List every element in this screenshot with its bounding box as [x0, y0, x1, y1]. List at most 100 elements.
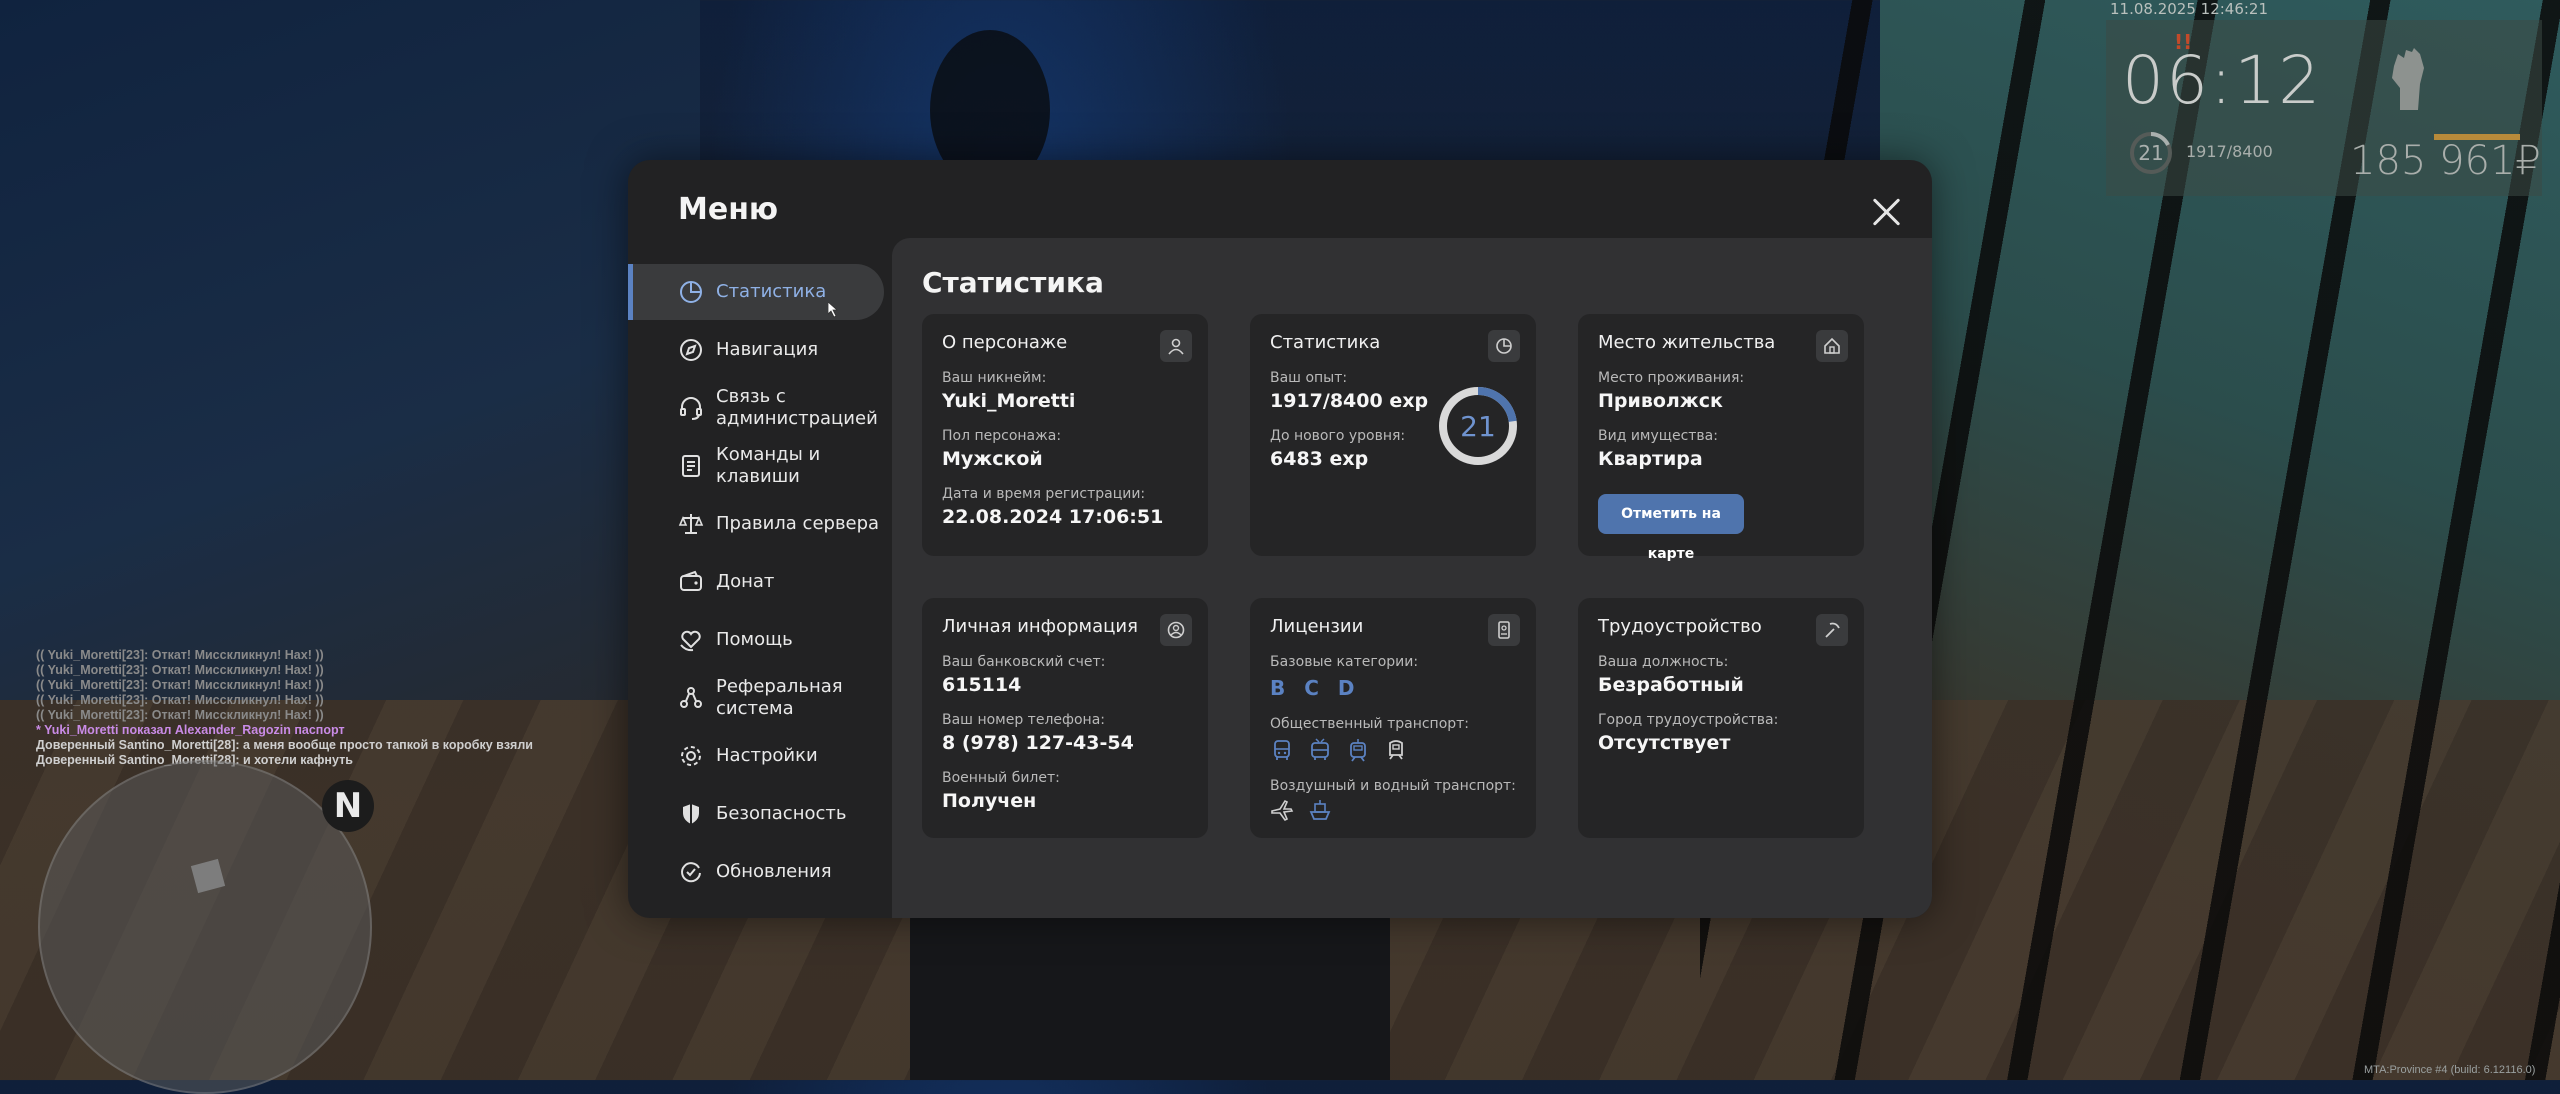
pie-chart-icon	[680, 281, 702, 303]
chat-line: (( Yuki_Moretti[23]: Откат! Мисскликнул!…	[36, 648, 324, 662]
job-city-label: Город трудоустройства:	[1598, 712, 1779, 728]
license-category: C	[1304, 676, 1321, 700]
residence-label: Место проживания:	[1598, 370, 1745, 386]
license-category: D	[1337, 676, 1357, 700]
hud-money: 185 961₽	[2350, 138, 2541, 184]
mark-on-map-button[interactable]: Отметить на карте	[1598, 494, 1744, 562]
chat-line: Доверенный Santino_Moretti[28]: и хотели…	[36, 753, 353, 767]
sidebar-item-security[interactable]: Безопасность	[628, 786, 884, 842]
sidebar-item-label: Команды и клавиши	[716, 444, 821, 487]
gender-label: Пол персонажа:	[942, 428, 1062, 444]
level-number: 21	[1460, 410, 1496, 443]
close-button[interactable]	[1868, 194, 1904, 230]
trolleybus-icon	[1311, 738, 1329, 760]
sidebar-item-donate[interactable]: Донат	[628, 554, 884, 610]
pickaxe-icon	[1825, 622, 1840, 638]
base-categories: B C D	[1270, 676, 1364, 700]
user-circle-icon	[1167, 621, 1185, 639]
next-level-value: 6483 exp	[1270, 448, 1369, 470]
sidebar-item-label: Донат	[716, 571, 775, 592]
chat-line: (( Yuki_Moretti[23]: Откат! Мисскликнул!…	[36, 663, 324, 677]
card-title: О персонаже	[942, 332, 1068, 353]
sidebar-item-label: Реферальная система	[716, 676, 843, 719]
house-icon	[1824, 337, 1840, 354]
background-wall-left	[0, 0, 700, 700]
card-stats: Статистика Ваш опыт: 1917/8400 exp До но…	[1250, 314, 1536, 556]
card-title: Место жительства	[1598, 332, 1776, 353]
plane-icon	[1271, 799, 1294, 822]
menu-modal: Меню Статистика Навигация Связь с админи…	[628, 160, 1932, 918]
job-city-value: Отсутствует	[1598, 732, 1731, 754]
job-position-value: Безработный	[1598, 674, 1744, 696]
sidebar-item-label: Обновления	[716, 861, 832, 882]
base-categories-label: Базовые категории:	[1270, 654, 1419, 670]
fist-icon	[2392, 48, 2424, 110]
card-icon-box	[1488, 330, 1520, 362]
sidebar-item-label: Статистика	[716, 281, 827, 302]
sidebar-item-admin-contact[interactable]: Связь с администрацией	[628, 380, 884, 436]
chat-line: (( Yuki_Moretti[23]: Откат! Мисскликнул!…	[36, 708, 324, 722]
sidebar-item-label: Помощь	[716, 629, 793, 650]
bus-icon	[1274, 740, 1290, 760]
user-icon	[1168, 338, 1184, 355]
sidebar-item-updates[interactable]: Обновления	[628, 844, 884, 900]
bank-account-label: Ваш банковский счет:	[942, 654, 1106, 670]
sidebar-item-label: Навигация	[716, 339, 819, 360]
card-title: Лицензии	[1270, 616, 1364, 637]
exp-value: 1917/8400 exp	[1270, 390, 1429, 412]
refresh-check-icon	[681, 862, 701, 883]
content-panel: Статистика О персонаже Ваш никнейм: Yuki…	[892, 238, 1932, 918]
property-value: Квартира	[1598, 448, 1703, 470]
gear-icon	[681, 746, 701, 766]
chat-line: * Yuki_Moretti показал Alexander_Ragozin…	[36, 723, 345, 737]
property-label: Вид имущества:	[1598, 428, 1718, 444]
residence-value: Приволжск	[1598, 390, 1723, 412]
card-icon-box	[1816, 330, 1848, 362]
sidebar-item-statistics[interactable]: Статистика	[628, 264, 884, 320]
military-id-value: Получен	[942, 790, 1037, 812]
wallet-icon	[680, 570, 702, 591]
hud-level: 21	[2138, 141, 2164, 165]
sidebar-item-rules[interactable]: Правила сервера	[628, 496, 884, 552]
scales-icon	[678, 514, 704, 534]
registration-value: 22.08.2024 17:06:51	[942, 506, 1164, 528]
military-id-label: Военный билет:	[942, 770, 1060, 786]
shield-icon	[683, 804, 699, 824]
exp-label: Ваш опыт:	[1270, 370, 1348, 386]
chat-log: (( Yuki_Moretti[23]: Откат! Мисскликнул!…	[36, 648, 533, 768]
registration-label: Дата и время регистрации:	[942, 486, 1146, 502]
card-title: Личная информация	[942, 616, 1138, 637]
sidebar-item-referral[interactable]: Реферальная система	[628, 670, 884, 726]
card-employment: Трудоустройство Ваша должность: Безработ…	[1578, 598, 1864, 838]
id-card-icon	[1498, 621, 1510, 639]
sidebar-item-label: Правила сервера	[716, 513, 880, 534]
boat-icon	[1309, 800, 1331, 820]
card-licenses: Лицензии Базовые категории: B C D Общест…	[1250, 598, 1536, 838]
sidebar-item-label: Настройки	[716, 745, 818, 766]
hud-datetime: 11.08.2025 12:46:21	[2110, 0, 2269, 18]
document-icon	[682, 455, 700, 477]
mouse-cursor-icon	[828, 302, 839, 318]
nickname-value: Yuki_Moretti	[942, 390, 1076, 412]
sidebar-item-label: Безопасность	[716, 803, 847, 824]
card-icon-box	[1160, 614, 1192, 646]
card-icon-box	[1160, 330, 1192, 362]
pie-chart-icon	[1496, 338, 1512, 354]
chat-line: Доверенный Santino_Moretti[28]: а меня в…	[36, 738, 533, 752]
sidebar-item-settings[interactable]: Настройки	[628, 728, 884, 784]
job-position-label: Ваша должность:	[1598, 654, 1729, 670]
chat-line: (( Yuki_Moretti[23]: Откат! Мисскликнул!…	[36, 693, 324, 707]
public-transport-icons	[1270, 738, 1408, 762]
public-transport-label: Общественный транспорт:	[1270, 716, 1470, 732]
card-residence: Место жительства Место проживания: Приво…	[1578, 314, 1864, 562]
chat-line: (( Yuki_Moretti[23]: Откат! Мисскликнул!…	[36, 678, 324, 692]
air-water-transport-label: Воздушный и водный транспорт:	[1270, 778, 1516, 794]
next-level-label: До нового уровня:	[1270, 428, 1406, 444]
menu-title: Меню	[678, 192, 779, 227]
nickname-label: Ваш никнейм:	[942, 370, 1047, 386]
train-icon	[1389, 740, 1403, 760]
sidebar-item-commands[interactable]: Команды и клавиши	[628, 438, 884, 494]
sidebar-item-navigation[interactable]: Навигация	[628, 322, 884, 378]
air-water-transport-icons	[1270, 798, 1332, 822]
sidebar-item-help[interactable]: Помощь	[628, 612, 884, 668]
